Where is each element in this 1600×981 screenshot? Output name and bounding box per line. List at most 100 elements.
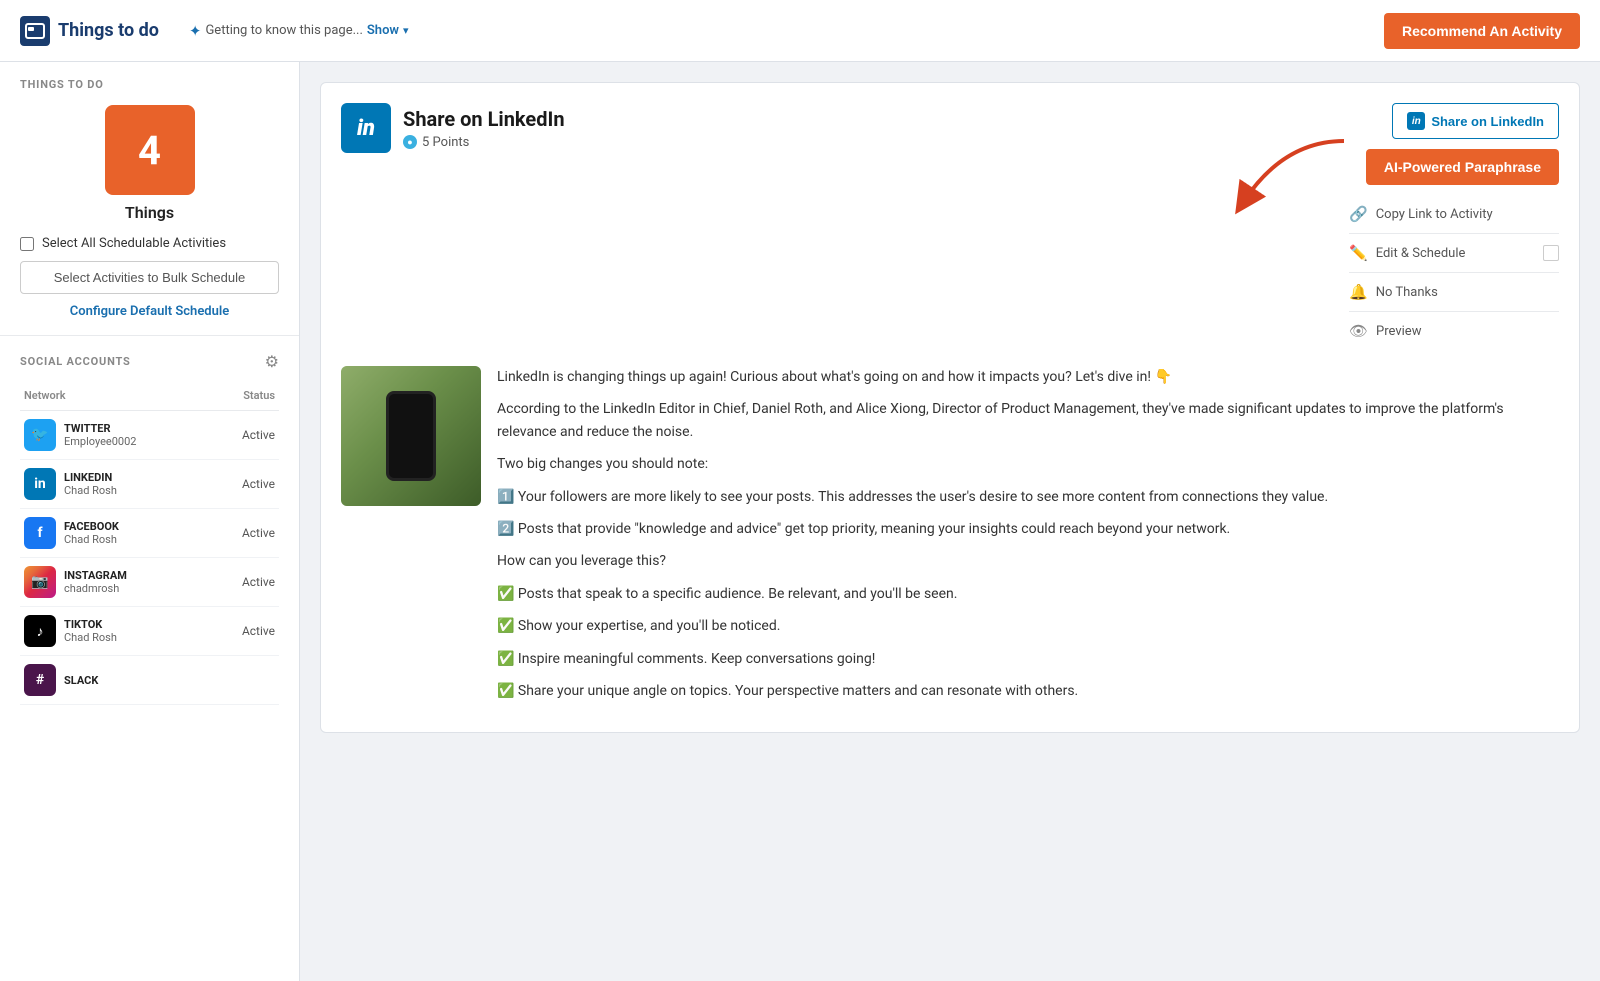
slack-icon: # [24,664,56,696]
gear-icon[interactable]: ⚙ [265,352,279,371]
activity-title-block: Share on LinkedIn ● 5 Points [403,107,565,150]
preview-row[interactable]: 👁 Preview [1349,312,1559,350]
main-layout: THINGS TO DO 4 Things Select All Schedul… [0,62,1600,981]
things-count-box: 4 Things [20,105,279,222]
account-username: Chad Rosh [64,631,117,644]
points-value: 5 Points [422,135,469,150]
account-name-block: TIKTOK Chad Rosh [64,618,117,644]
activity-platform-logo: in [341,103,391,153]
social-accounts-table: Network Status 🐦 TWITTER Employee0002 Ac… [20,385,279,705]
select-all-row: Select All Schedulable Activities [20,236,279,251]
social-account-row: ♪ TIKTOK Chad Rosh Active [20,607,279,656]
social-account-row: 🐦 TWITTER Employee0002 Active [20,411,279,460]
account-status: Active [213,509,279,558]
share-on-linkedin-button[interactable]: in Share on LinkedIn [1392,103,1559,139]
activity-header: in Share on LinkedIn ● 5 Points in Share… [341,103,1559,350]
app-title: Things to do [58,20,159,41]
activity-image [341,366,481,506]
no-thanks-icon: 🔔 [1349,283,1368,301]
account-username: chadmrosh [64,582,127,595]
recommend-activity-button[interactable]: Recommend An Activity [1384,13,1580,49]
social-accounts-title: SOCIAL ACCOUNTS [20,355,131,368]
edit-schedule-checkbox[interactable] [1543,245,1559,261]
sidebar: THINGS TO DO 4 Things Select All Schedul… [0,62,300,981]
edit-icon: ✏️ [1349,244,1368,262]
activity-title-row: in Share on LinkedIn ● 5 Points [341,103,565,153]
no-thanks-row[interactable]: 🔔 No Thanks [1349,273,1559,312]
account-handle: TIKTOK [64,618,117,631]
account-handle: INSTAGRAM [64,569,127,582]
content-p4: How can you leverage this? [497,550,1559,572]
account-status: Active [213,411,279,460]
hint-text: Getting to know this page... [205,23,362,38]
status-col-header: Status [213,385,279,411]
content-check2: ✅ Show your expertise, and you'll be not… [497,615,1559,637]
linkedin-mini-icon: in [1407,112,1425,130]
phone-shape [386,391,436,481]
social-account-row: f FACEBOOK Chad Rosh Active [20,509,279,558]
copy-link-label: Copy Link to Activity [1376,207,1493,222]
social-section-header: SOCIAL ACCOUNTS ⚙ [20,352,279,371]
action-panel: in Share on LinkedIn [1339,103,1559,350]
preview-icon: 👁 [1349,322,1368,340]
points-dot-icon: ● [403,135,417,149]
account-status: Active [213,558,279,607]
account-cell: f FACEBOOK Chad Rosh [20,509,213,558]
bulk-schedule-button[interactable]: Select Activities to Bulk Schedule [20,261,279,294]
content-check4: ✅ Share your unique angle on topics. You… [497,680,1559,702]
logo-icon [20,16,50,46]
account-handle: FACEBOOK [64,520,119,533]
edit-schedule-label: Edit & Schedule [1376,246,1466,261]
things-to-do-title: THINGS TO DO [20,78,279,91]
count-label: Things [125,203,174,222]
chevron-down-icon: ▾ [403,24,409,37]
social-account-row: # SLACK [20,656,279,705]
copy-link-row[interactable]: 🔗 Copy Link to Activity [1349,195,1559,234]
content-bullet1: 1️⃣ Your followers are more likely to se… [497,486,1559,508]
account-cell: ♪ TIKTOK Chad Rosh [20,607,213,656]
account-username: Chad Rosh [64,533,119,546]
edit-schedule-row[interactable]: ✏️ Edit & Schedule [1349,234,1559,273]
ai-powered-paraphrase-button[interactable]: AI-Powered Paraphrase [1366,149,1559,185]
content-check3: ✅ Inspire meaningful comments. Keep conv… [497,648,1559,670]
facebook-icon: f [24,517,56,549]
content-bullet2: 2️⃣ Posts that provide "knowledge and ad… [497,518,1559,540]
account-handle: TWITTER [64,422,136,435]
account-username: Chad Rosh [64,484,117,497]
app-logo: Things to do [20,16,159,46]
activity-card: in Share on LinkedIn ● 5 Points in Share… [320,82,1580,733]
activity-points: ● 5 Points [403,135,565,150]
action-links: 🔗 Copy Link to Activity ✏️ Edit & Schedu… [1349,195,1559,350]
hint-show-link[interactable]: Show [367,23,399,38]
tiktok-icon: ♪ [24,615,56,647]
social-account-row: 📷 INSTAGRAM chadmrosh Active [20,558,279,607]
account-name-block: INSTAGRAM chadmrosh [64,569,127,595]
account-cell: 🐦 TWITTER Employee0002 [20,411,213,460]
main-content: in Share on LinkedIn ● 5 Points in Share… [300,62,1600,981]
content-body: LinkedIn is changing things up again! Cu… [341,366,1559,712]
instagram-icon: 📷 [24,566,56,598]
count-badge: 4 [105,105,195,195]
share-linkedin-label: Share on LinkedIn [1431,114,1544,129]
top-nav: Things to do ✦ Getting to know this page… [0,0,1600,62]
account-name-block: TWITTER Employee0002 [64,422,136,448]
twitter-icon: 🐦 [24,419,56,451]
linkedin-icon: in [24,468,56,500]
select-all-label[interactable]: Select All Schedulable Activities [42,236,226,251]
account-status [213,656,279,705]
link-icon: 🔗 [1349,205,1368,223]
no-thanks-label: No Thanks [1376,285,1438,300]
account-name-block: SLACK [64,674,98,687]
account-status: Active [213,460,279,509]
configure-default-schedule-link[interactable]: Configure Default Schedule [20,304,279,319]
activity-image-placeholder [341,366,481,506]
account-handle: SLACK [64,674,98,687]
activity-content-text: LinkedIn is changing things up again! Cu… [497,366,1559,712]
content-p3: Two big changes you should note: [497,453,1559,475]
account-name-block: FACEBOOK Chad Rosh [64,520,119,546]
activity-title: Share on LinkedIn [403,107,565,131]
network-col-header: Network [20,385,213,411]
select-all-checkbox[interactable] [20,237,34,251]
social-accounts-section: SOCIAL ACCOUNTS ⚙ Network Status 🐦 TWITT… [0,336,299,721]
account-status: Active [213,607,279,656]
